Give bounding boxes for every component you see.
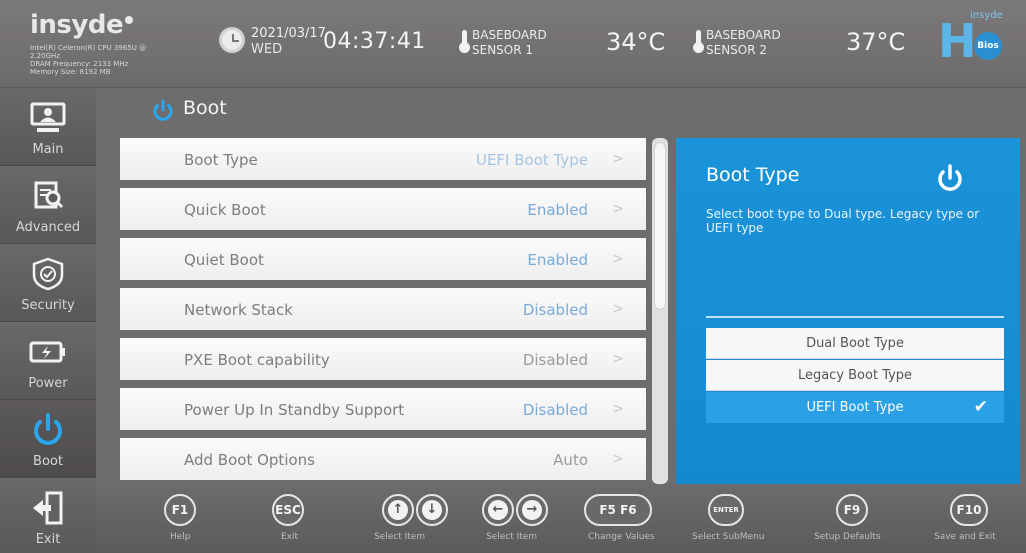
page-title: Boot: [183, 97, 227, 119]
enter-key[interactable]: ENTER: [708, 494, 744, 526]
arrow-down-icon[interactable]: ↓: [416, 494, 448, 526]
nav-item-boot[interactable]: Boot: [0, 400, 96, 478]
footer-keybar: F1 Help ESC Exit ↑ ↓ Select Item ← → Sel…: [96, 484, 1026, 553]
shield-check-icon: [28, 256, 68, 292]
power-icon: [28, 412, 68, 448]
setting-row-quiet-boot[interactable]: Quiet Boot Enabled >: [120, 238, 646, 284]
option-legacy-boot-type[interactable]: Legacy Boot Type: [706, 360, 1004, 391]
setting-row-standby-support[interactable]: Power Up In Standby Support Disabled >: [120, 388, 646, 434]
f1-key[interactable]: F1: [164, 494, 196, 526]
chevron-right-icon: >: [612, 301, 624, 317]
power-icon: [934, 163, 966, 195]
hbios-logo: H insyde Bios: [938, 10, 1003, 68]
sensor2-label: BASEBOARD SENSOR 2: [706, 28, 781, 57]
clock-icon: [219, 27, 245, 53]
cpu-speed: 2.20GHz: [30, 52, 60, 60]
key-label-setup-defaults: Setup Defaults: [814, 532, 881, 542]
setting-row-quick-boot[interactable]: Quick Boot Enabled >: [120, 188, 646, 234]
time: 04:37:41: [323, 29, 426, 54]
date: 2021/03/17: [251, 26, 326, 41]
key-label-change-values: Change Values: [588, 532, 655, 542]
chevron-right-icon: >: [612, 201, 624, 217]
settings-scrollbar[interactable]: [652, 138, 668, 484]
setting-row-add-boot-options[interactable]: Add Boot Options Auto >: [120, 438, 646, 484]
power-icon: [150, 98, 176, 124]
settings-list: Boot Type UEFI Boot Type > Quick Boot En…: [120, 138, 646, 484]
f9-key[interactable]: F9: [836, 494, 868, 526]
help-title: Boot Type: [706, 164, 800, 186]
option-uefi-boot-type[interactable]: UEFI Boot Type ✔: [706, 392, 1004, 423]
nav-item-main[interactable]: Main: [0, 88, 96, 166]
key-label-select-item-vertical: Select Item: [374, 532, 426, 542]
f5-f6-keys[interactable]: F5 F6: [584, 494, 652, 526]
chevron-right-icon: >: [612, 351, 624, 367]
chevron-right-icon: >: [612, 251, 624, 267]
chevron-right-icon: >: [612, 401, 624, 417]
cpu-info: Intel(R) Celeron(R) CPU 3965U @: [30, 44, 147, 52]
dram-frequency: DRAM Frequency: 2133 MHz: [30, 60, 129, 68]
sensor1-label: BASEBOARD SENSOR 1: [472, 28, 547, 57]
setting-row-pxe-boot[interactable]: PXE Boot capability Disabled >: [120, 338, 646, 384]
exit-door-icon: [28, 490, 68, 526]
key-label-save-and-exit: Save and Exit: [934, 532, 996, 542]
battery-charge-icon: [28, 334, 68, 370]
insyde-logo: insyde: [30, 10, 134, 40]
chevron-right-icon: >: [612, 151, 624, 167]
magnify-settings-icon: [28, 178, 68, 214]
f10-key[interactable]: F10: [950, 494, 988, 526]
help-divider: [706, 316, 1004, 318]
scroll-thumb[interactable]: [654, 142, 666, 310]
nav-item-advanced[interactable]: Advanced: [0, 166, 96, 244]
memory-size: Memory Size: 8192 MB: [30, 68, 111, 76]
key-label-exit: Exit: [281, 532, 299, 542]
option-dual-boot-type[interactable]: Dual Boot Type: [706, 328, 1004, 359]
sidebar-nav: Main Advanced Security Power Boot Exit: [0, 88, 96, 553]
weekday: WED: [251, 42, 283, 57]
arrow-right-icon[interactable]: →: [516, 494, 548, 526]
sensor2-temp: 37°C: [846, 28, 906, 56]
key-label-select-submenu: Select SubMenu: [692, 532, 765, 542]
system-info: Intel(R) Celeron(R) CPU 3965U @ 2.20GHz …: [30, 44, 180, 76]
sensor1-temp: 34°C: [606, 28, 666, 56]
key-label-select-item-horizontal: Select Item: [486, 532, 538, 542]
thermometer-icon: [458, 30, 470, 54]
setting-row-network-stack[interactable]: Network Stack Disabled >: [120, 288, 646, 334]
help-panel: Boot Type Select boot type to Dual type.…: [676, 138, 1020, 484]
chevron-right-icon: >: [612, 451, 624, 467]
checkmark-icon: ✔: [973, 397, 988, 417]
key-label-help: Help: [170, 532, 191, 542]
thermometer-icon: [692, 30, 704, 54]
nav-item-exit[interactable]: Exit: [0, 478, 96, 553]
arrow-left-icon[interactable]: ←: [482, 494, 514, 526]
help-description: Select boot type to Dual type. Legacy ty…: [706, 207, 980, 235]
nav-item-power[interactable]: Power: [0, 322, 96, 400]
header-bar: insyde Intel(R) Celeron(R) CPU 3965U @ 2…: [0, 0, 1026, 88]
setting-row-boot-type[interactable]: Boot Type UEFI Boot Type >: [120, 138, 646, 184]
nav-item-security[interactable]: Security: [0, 244, 96, 322]
arrow-up-icon[interactable]: ↑: [382, 494, 414, 526]
esc-key[interactable]: ESC: [272, 494, 304, 526]
monitor-user-icon: [28, 100, 68, 136]
